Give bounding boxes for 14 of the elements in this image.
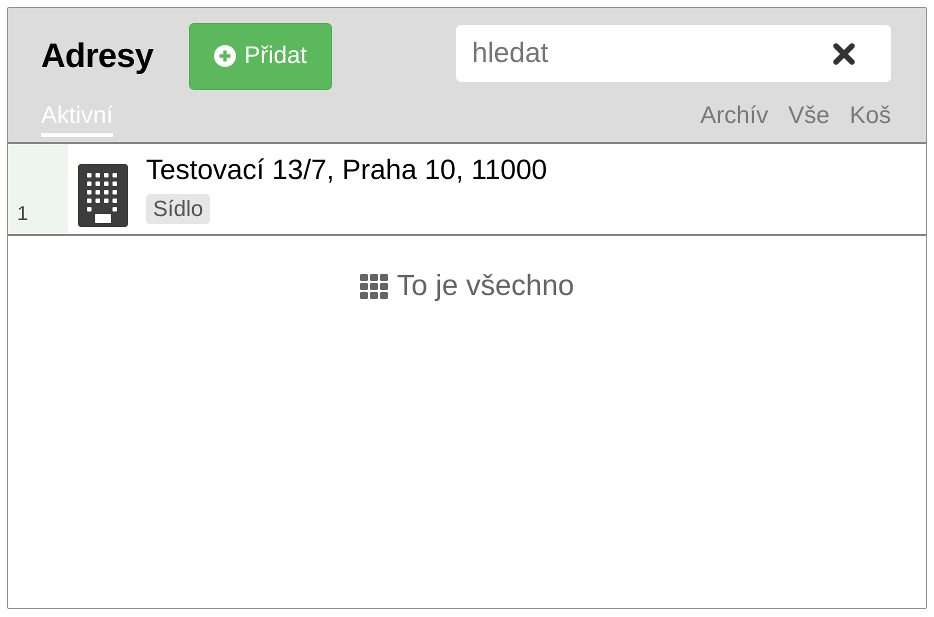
address-text: Testovací 13/7, Praha 10, 11000 — [146, 154, 548, 186]
address-tag: Sídlo — [146, 194, 210, 224]
end-of-list-text: To je všechno — [396, 270, 574, 303]
plus-circle-icon — [214, 45, 236, 67]
search-field[interactable]: hledat — [456, 24, 891, 82]
tab[interactable]: Koš — [850, 102, 891, 137]
row-number: 1 — [17, 203, 28, 226]
tab[interactable]: Archív — [700, 102, 768, 137]
building-icon — [78, 164, 128, 227]
tab[interactable]: Vše — [788, 102, 830, 137]
grid-icon — [360, 274, 388, 299]
page-title: Adresy — [41, 36, 154, 76]
add-button[interactable]: Přidat — [189, 22, 332, 90]
close-icon[interactable] — [833, 42, 855, 64]
